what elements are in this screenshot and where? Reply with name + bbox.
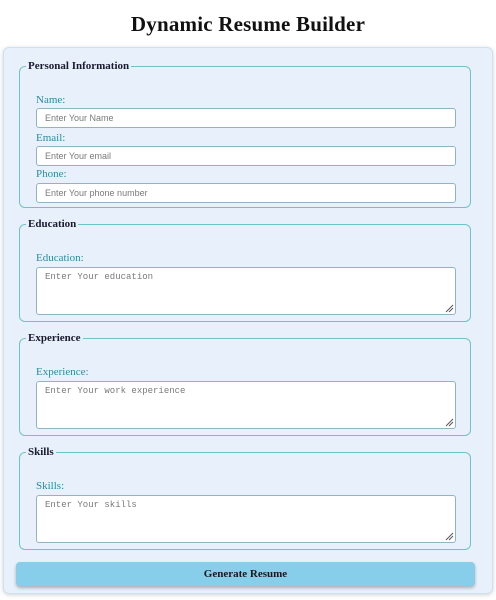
experience-label: Experience: [36, 366, 89, 378]
resize-handle-icon[interactable] [444, 417, 454, 427]
skills-legend: Skills [28, 446, 54, 458]
personal-information-legend: Personal Information [28, 60, 130, 72]
education-textarea[interactable] [36, 267, 456, 315]
email-input[interactable] [36, 146, 456, 166]
generate-resume-button[interactable]: Generate Resume [16, 562, 475, 586]
page-title: Dynamic Resume Builder [130, 12, 366, 36]
resume-form-card: Personal Information Name: Email: Phone:… [3, 47, 493, 594]
experience-legend: Experience [28, 332, 81, 344]
name-label: Name: [36, 94, 66, 106]
experience-textarea[interactable] [36, 381, 456, 429]
phone-label: Phone: [36, 168, 67, 180]
personal-information-section: Personal Information Name: Email: Phone: [19, 60, 471, 208]
experience-section: Experience Experience: [19, 332, 471, 436]
skills-label: Skills: [36, 480, 65, 492]
skills-textarea[interactable] [36, 495, 456, 543]
email-label: Email: [36, 132, 66, 144]
skills-section: Skills Skills: [19, 446, 471, 550]
education-legend: Education [28, 218, 77, 230]
name-input[interactable] [36, 108, 456, 128]
education-label: Education: [36, 252, 84, 264]
phone-input[interactable] [36, 183, 456, 203]
education-section: Education Education: [19, 218, 471, 322]
resize-handle-icon[interactable] [444, 303, 454, 313]
resize-handle-icon[interactable] [444, 531, 454, 541]
